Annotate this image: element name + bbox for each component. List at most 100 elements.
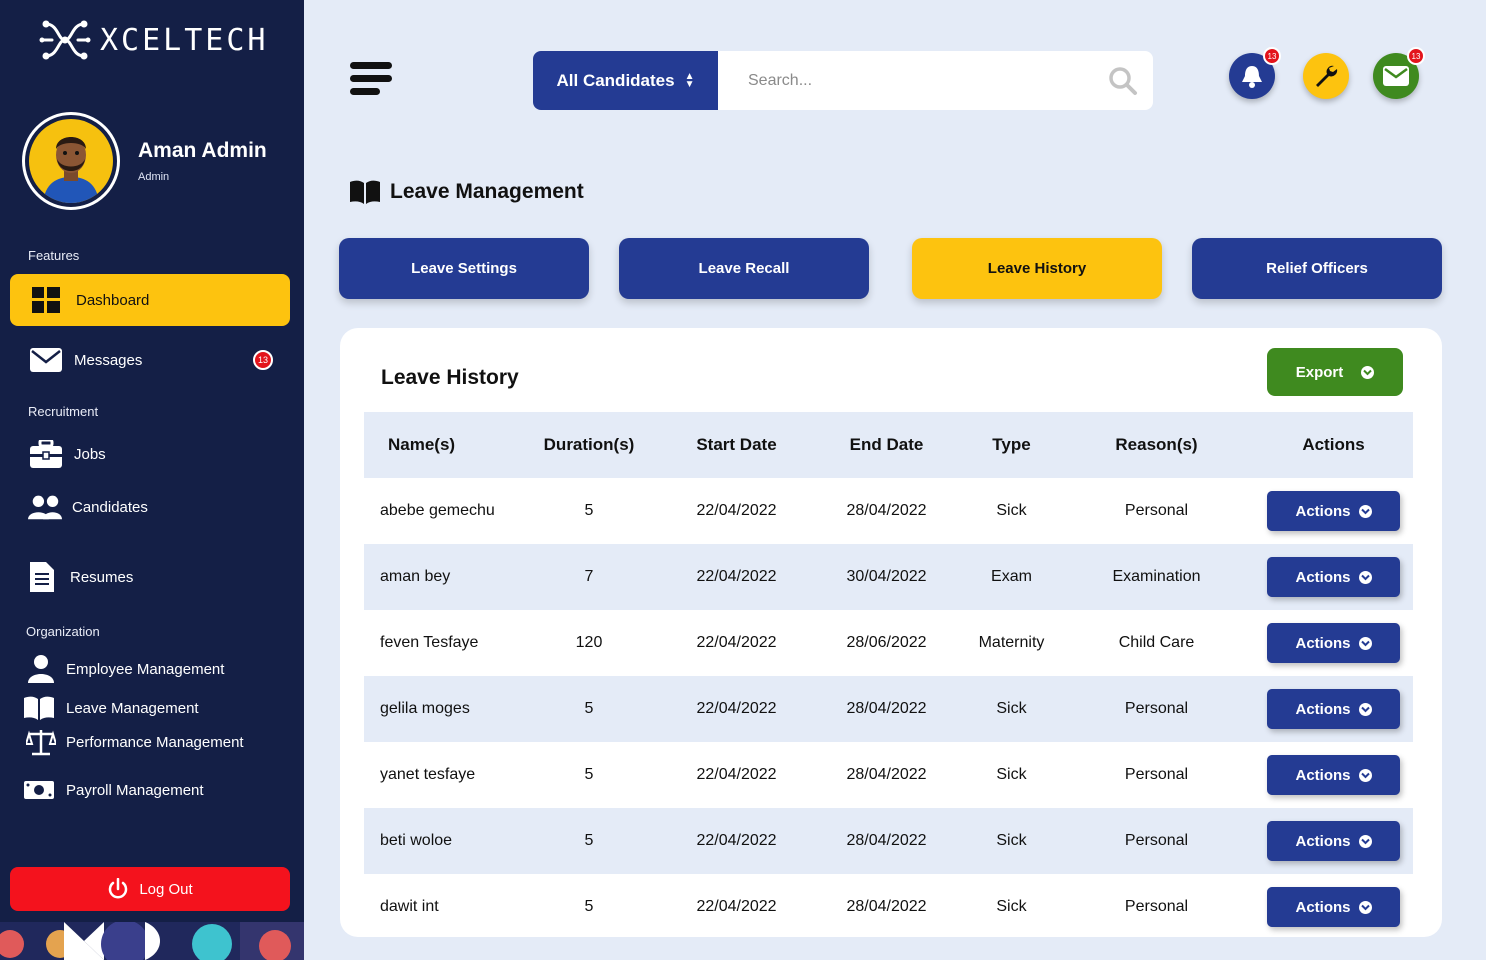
sidebar-item-label: Payroll Management: [66, 781, 204, 799]
leave-reason-cell: Examination: [1112, 568, 1201, 585]
tab-relief-officers[interactable]: Relief Officers: [1192, 238, 1442, 299]
avatar: [22, 112, 120, 210]
row-actions-label: Actions: [1295, 898, 1351, 916]
sidebar-item-payroll-management[interactable]: Payroll Management: [24, 776, 204, 804]
start-date-cell: 22/04/2022: [696, 898, 777, 915]
sidebar-item-label: Employee Management: [66, 660, 225, 678]
sidebar-item-jobs[interactable]: Jobs: [30, 440, 106, 468]
table-row: gelila moges 5 22/04/2022 28/04/2022 Sick Per…: [364, 676, 1413, 742]
end-date-cell: 28/04/2022: [846, 700, 927, 717]
decorative-pattern: [0, 922, 304, 960]
sidebar-item-candidates[interactable]: Candidates: [28, 493, 148, 521]
logout-label: Log Out: [139, 880, 193, 898]
section-label-organization: Organization: [26, 624, 100, 639]
user-profile[interactable]: Aman Admin Admin: [22, 112, 267, 210]
row-actions-label: Actions: [1295, 766, 1351, 784]
page-title-text: Leave Management: [390, 180, 584, 203]
row-actions-button[interactable]: Actions: [1267, 887, 1400, 927]
envelope-icon: [1383, 66, 1409, 86]
notifications-button[interactable]: 13: [1229, 47, 1281, 99]
card-title: Leave History: [381, 366, 519, 389]
candidate-filter-select[interactable]: All Candidates ▲ ▼: [533, 51, 718, 110]
leave-history-table: Name(s) Duration(s) Start Date End Date …: [364, 412, 1413, 937]
column-header: Actions: [1302, 435, 1365, 454]
duration-cell: 120: [575, 634, 603, 651]
sidebar-item-employee-management[interactable]: Employee Management: [28, 655, 224, 683]
logout-button[interactable]: Log Out: [10, 867, 290, 911]
user-icon: [28, 655, 56, 683]
leave-type-cell: Sick: [996, 700, 1027, 717]
sidebar-item-performance-management[interactable]: Performance Management: [26, 728, 244, 756]
mail-badge: 13: [1407, 47, 1425, 65]
mail-button[interactable]: 13: [1373, 47, 1425, 99]
sidebar-item-label: Jobs: [74, 445, 106, 463]
start-date-cell: 22/04/2022: [696, 568, 777, 585]
page-title: Leave Management: [350, 180, 584, 204]
actions-cell: Actions: [1254, 610, 1413, 676]
book-icon: [24, 694, 56, 722]
row-actions-button[interactable]: Actions: [1267, 755, 1400, 795]
row-actions-label: Actions: [1295, 634, 1351, 652]
sidebar-item-label: Performance Management: [66, 733, 244, 751]
export-button[interactable]: Export: [1267, 348, 1403, 396]
row-actions-button[interactable]: Actions: [1267, 491, 1400, 531]
actions-cell: Actions: [1254, 742, 1413, 808]
start-date-cell: 22/04/2022: [696, 832, 777, 849]
row-actions-button[interactable]: Actions: [1267, 821, 1400, 861]
profile-name: Aman Admin: [138, 139, 267, 162]
actions-cell: Actions: [1254, 808, 1413, 874]
column-header: Name(s): [388, 435, 456, 454]
duration-cell: 5: [584, 766, 594, 783]
sidebar-item-label: Leave Management: [66, 699, 199, 717]
menu-toggle-icon[interactable]: [350, 60, 394, 98]
column-header: Start Date: [696, 435, 777, 454]
employee-name-cell: aman bey: [380, 568, 451, 585]
envelope-icon: [30, 346, 64, 374]
table-row: aman bey 7 22/04/2022 30/04/2022 Exam Examina…: [364, 544, 1413, 610]
end-date-cell: 28/04/2022: [846, 502, 927, 519]
export-label: Export: [1295, 363, 1344, 381]
actions-cell: Actions: [1254, 478, 1413, 544]
table-row: dawit int 5 22/04/2022 28/04/2022 Sick Person…: [364, 874, 1413, 937]
employee-name-cell: beti woloe: [380, 832, 453, 849]
sidebar-item-leave-management[interactable]: Leave Management: [24, 694, 199, 722]
duration-cell: 5: [584, 832, 594, 849]
duration-cell: 7: [584, 568, 594, 585]
notifications-badge: 13: [1263, 47, 1281, 65]
tab-leave-history[interactable]: Leave History: [912, 238, 1162, 299]
leave-type-cell: Exam: [991, 568, 1032, 585]
sidebar: XCELTECH Aman Admin Admin Features Dashb…: [0, 0, 304, 960]
chevron-down-icon: [1358, 636, 1372, 650]
chevron-down-icon: [1358, 768, 1372, 782]
end-date-cell: 30/04/2022: [846, 568, 927, 585]
brand-name: XCELTECH: [100, 22, 269, 58]
column-header: Reason(s): [1115, 435, 1198, 454]
sidebar-item-dashboard[interactable]: Dashboard: [10, 274, 290, 326]
actions-cell: Actions: [1254, 874, 1413, 937]
brand-logo[interactable]: XCELTECH: [38, 16, 269, 64]
settings-button[interactable]: [1303, 53, 1349, 99]
end-date-cell: 28/06/2022: [846, 634, 927, 651]
actions-cell: Actions: [1254, 676, 1413, 742]
tab-leave-settings[interactable]: Leave Settings: [339, 238, 589, 299]
row-actions-button[interactable]: Actions: [1267, 623, 1400, 663]
row-actions-button[interactable]: Actions: [1267, 557, 1400, 597]
chevron-down-icon: [1361, 365, 1375, 379]
employee-name-cell: yanet tesfaye: [380, 766, 476, 783]
search-icon[interactable]: [1093, 51, 1153, 110]
sidebar-item-resumes[interactable]: Resumes: [30, 562, 133, 592]
leave-reason-cell: Personal: [1124, 502, 1189, 519]
chevron-down-icon: [1358, 504, 1372, 518]
sidebar-item-label: Dashboard: [76, 291, 150, 309]
employee-name-cell: dawit int: [380, 898, 439, 915]
chevron-down-icon: [1358, 702, 1372, 716]
sidebar-item-messages[interactable]: Messages: [30, 346, 142, 374]
leave-reason-cell: Personal: [1124, 766, 1189, 783]
employee-name-cell: abebe gemechu: [380, 502, 495, 519]
leave-type-cell: Sick: [996, 898, 1027, 915]
tab-leave-recall[interactable]: Leave Recall: [619, 238, 869, 299]
row-actions-button[interactable]: Actions: [1267, 689, 1400, 729]
brand-logo-icon: [39, 20, 91, 60]
search-input[interactable]: [718, 51, 1093, 110]
briefcase-icon: [30, 440, 64, 468]
